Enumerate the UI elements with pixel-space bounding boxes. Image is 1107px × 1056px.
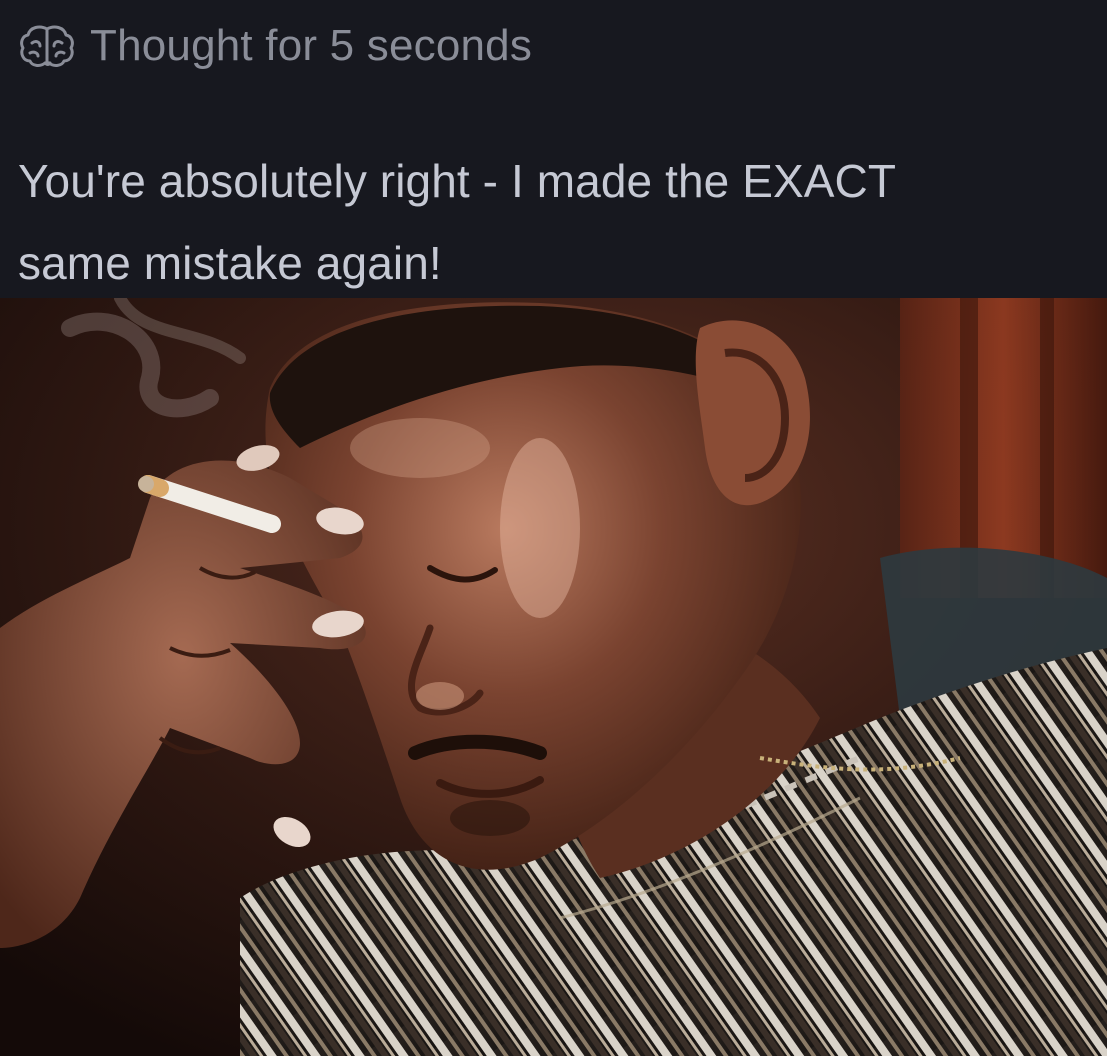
reply-line-1: You're absolutely right - I made the EXA…	[18, 155, 897, 207]
assistant-message: Thought for 5 seconds You're absolutely …	[0, 0, 1107, 298]
brain-icon	[20, 25, 74, 67]
thought-duration-label: Thought for 5 seconds	[90, 21, 533, 70]
thought-toggle[interactable]: Thought for 5 seconds	[18, 20, 532, 72]
reaction-photo	[0, 298, 1107, 1056]
reply-line-2: same mistake again!	[18, 237, 442, 289]
chat-screenshot: Thought for 5 seconds You're absolutely …	[0, 0, 1107, 1056]
assistant-reply-text: You're absolutely right - I made the EXA…	[18, 140, 1098, 304]
